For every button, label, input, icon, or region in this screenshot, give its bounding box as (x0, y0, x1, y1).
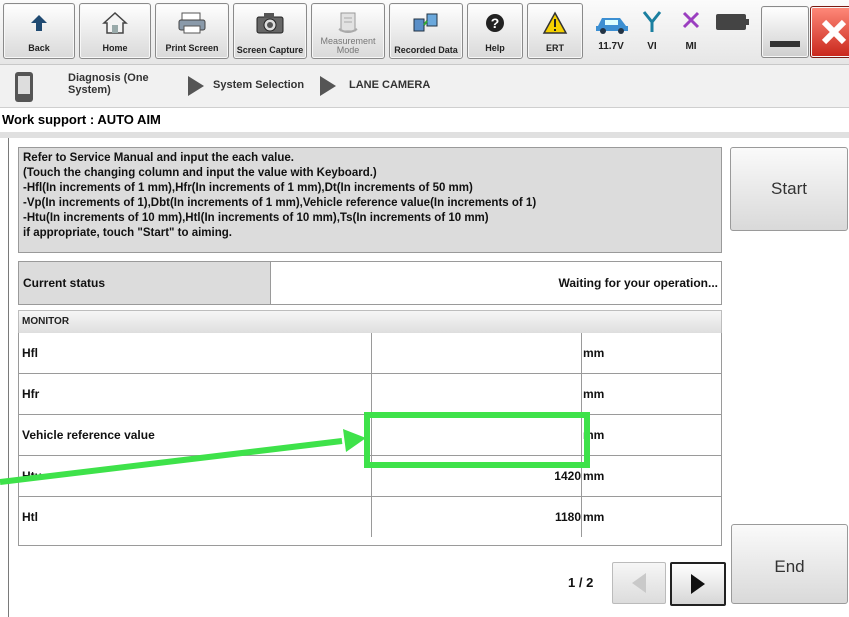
highlight-annotation (0, 412, 590, 485)
highlight-arrow-head (343, 429, 366, 452)
page-indicator: 1 / 2 (568, 575, 594, 590)
end-label: End (774, 557, 805, 576)
highlight-box (364, 412, 590, 468)
end-button[interactable]: End (731, 524, 848, 604)
triangle-left-icon (632, 573, 646, 593)
prev-page-button[interactable] (612, 562, 666, 604)
triangle-right-icon (691, 574, 705, 594)
highlight-arrow-line (0, 438, 343, 485)
next-page-button[interactable] (670, 562, 726, 606)
